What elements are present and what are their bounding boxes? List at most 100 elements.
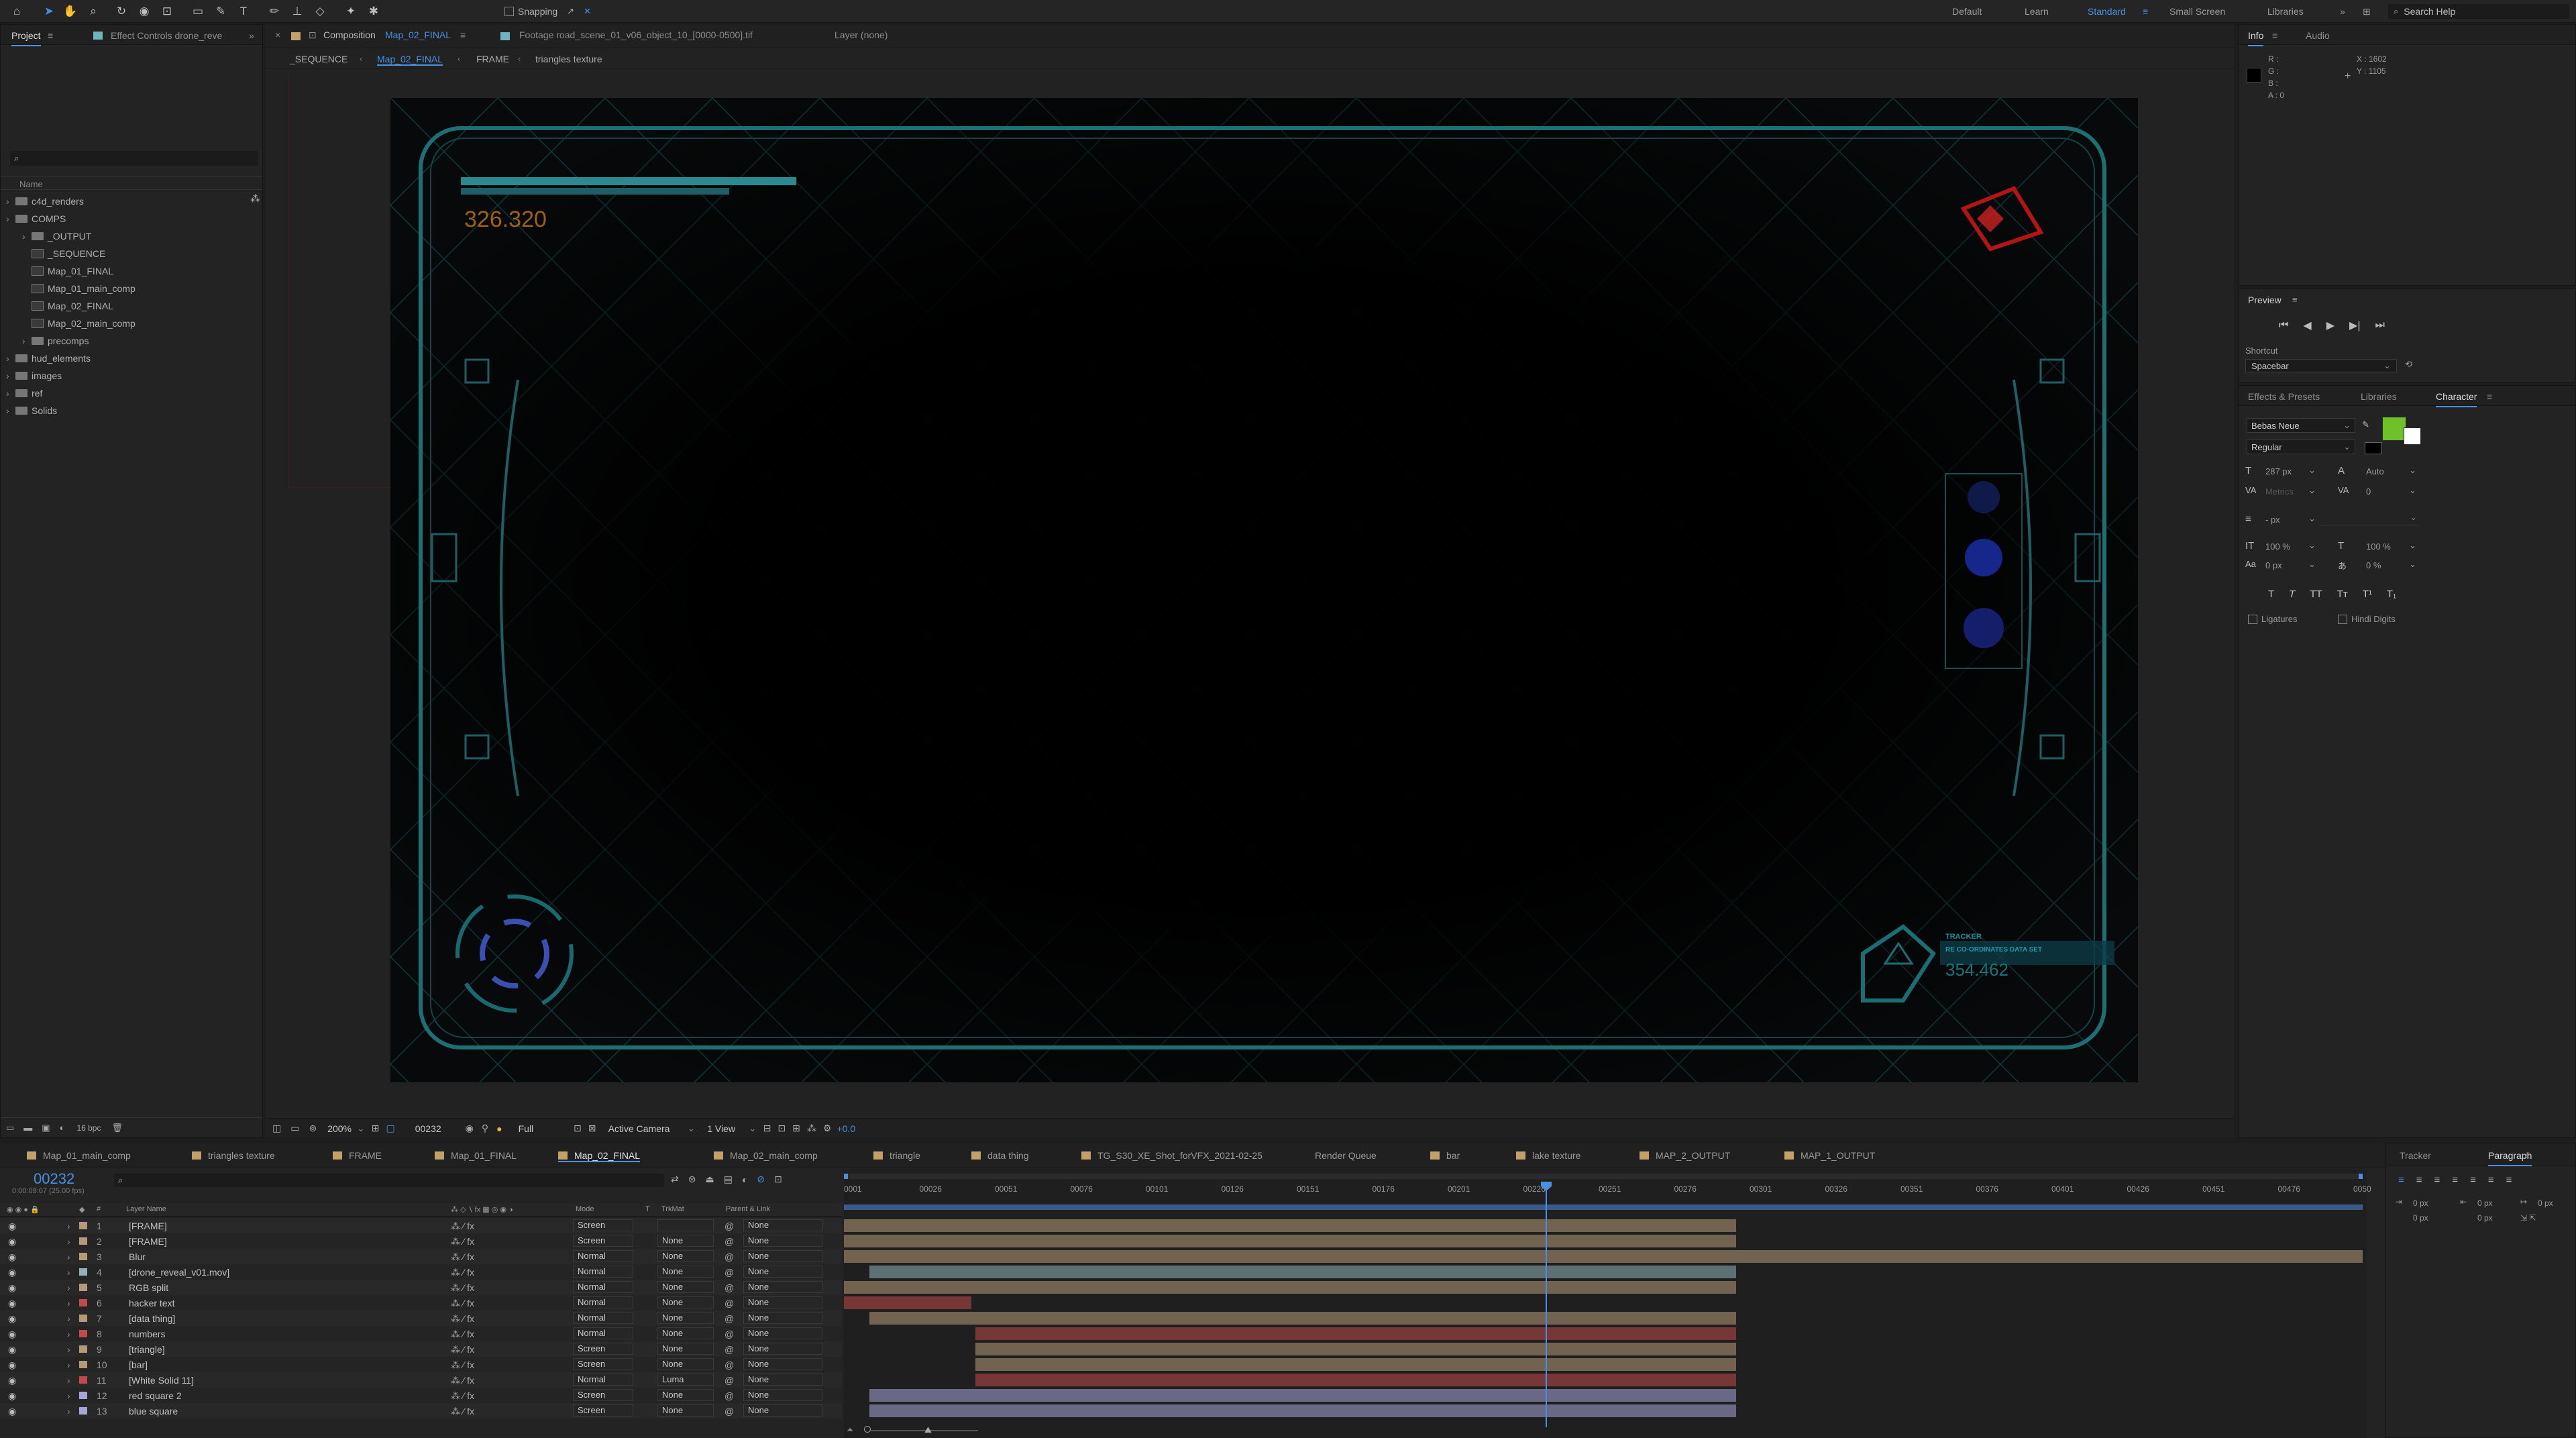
new-folder-icon[interactable]: ▬	[23, 1123, 32, 1133]
track-matte-dropdown[interactable]: None	[657, 1358, 714, 1370]
project-item[interactable]: Map_02_main_comp	[6, 316, 136, 331]
paragraph-menu-icon[interactable]: ≡	[2524, 1150, 2530, 1161]
all-caps-button[interactable]: TT	[2310, 588, 2322, 600]
project-item[interactable]: › COMPS	[6, 211, 66, 226]
mode-header[interactable]: Mode	[576, 1205, 594, 1213]
parent-dropdown[interactable]: None	[743, 1358, 822, 1370]
work-area-bar[interactable]	[844, 1204, 2363, 1210]
project-bit-depth[interactable]: 16 bpc	[76, 1123, 101, 1133]
project-item[interactable]: Map_01_main_comp	[6, 281, 136, 296]
timeline-tab[interactable]: FRAME	[333, 1150, 382, 1161]
stroke-width-value[interactable]: - px	[2265, 515, 2280, 525]
pick-whip-icon[interactable]: @	[724, 1298, 734, 1308]
layer-duration-bar[interactable]	[869, 1312, 1736, 1325]
track-matte-dropdown[interactable]: Luma	[657, 1374, 714, 1386]
composition-canvas[interactable]: 326.320 TRACKER RE CO-ORDINATES DATA SET…	[390, 98, 2138, 1082]
resolution-dropdown[interactable]: Full	[519, 1123, 534, 1134]
tab-audio[interactable]: Audio	[2306, 30, 2330, 41]
indent-first-value[interactable]: 0 px	[2538, 1198, 2553, 1208]
vertical-scale-value[interactable]: 100 %	[2265, 542, 2290, 552]
expand-chevron-icon[interactable]: ›	[67, 1359, 70, 1370]
pick-whip-icon[interactable]: @	[724, 1267, 734, 1278]
layer-label-color[interactable]	[79, 1237, 87, 1245]
pick-whip-icon[interactable]: @	[724, 1221, 734, 1231]
project-item[interactable]: › ref	[6, 386, 42, 401]
layer-switches[interactable]: ⁂ ∕ fx	[451, 1236, 474, 1247]
comp-mini-flowchart-icon[interactable]: ⇄	[671, 1174, 679, 1185]
font-style-dropdown[interactable]: Regular ⌄	[2247, 440, 2355, 454]
layer-duration-bar[interactable]	[844, 1250, 2363, 1263]
layer-duration-bar[interactable]	[869, 1389, 1736, 1402]
layer-name[interactable]: RGB split	[129, 1282, 168, 1293]
layer-label-color[interactable]	[79, 1268, 87, 1276]
visibility-eye-icon[interactable]: ◉	[8, 1344, 16, 1355]
track-matte-dropdown[interactable]: None	[657, 1266, 714, 1278]
blend-mode-dropdown[interactable]: Screen	[573, 1219, 633, 1231]
expand-chevron-icon[interactable]: ›	[67, 1344, 70, 1355]
expand-chevron-icon[interactable]: ›	[67, 1251, 70, 1262]
layer-duration-bar[interactable]	[975, 1374, 1736, 1386]
parent-dropdown[interactable]: None	[743, 1389, 822, 1401]
breadcrumb-sequence[interactable]: _SEQUENCE	[290, 54, 347, 64]
fill-color-swatch[interactable]	[2382, 417, 2406, 441]
pick-whip-icon[interactable]: @	[724, 1329, 734, 1339]
viewer-tab-layer[interactable]: Layer (none)	[835, 30, 888, 40]
parent-dropdown[interactable]: None	[743, 1250, 822, 1262]
layer-switches[interactable]: ⁂ ∕ fx	[451, 1221, 474, 1232]
disclosure-triangle-icon[interactable]: ›	[6, 370, 15, 381]
blend-mode-dropdown[interactable]: Screen	[573, 1389, 633, 1401]
horizontal-scale-value[interactable]: 100 %	[2366, 542, 2391, 552]
home-icon[interactable]: ⌂	[9, 4, 24, 19]
stroke-color-swatch[interactable]	[2404, 427, 2421, 445]
timeline-tab[interactable]: Map_01_main_comp	[27, 1150, 131, 1161]
visibility-eye-icon[interactable]: ◉	[8, 1359, 16, 1371]
tab-effect-controls[interactable]: Effect Controls drone_reve	[111, 30, 222, 41]
time-ruler[interactable]: 0001 00026 00051 00076 00101 00126 00151 00176 0…	[844, 1180, 2371, 1200]
track-matte-dropdown[interactable]: None	[657, 1312, 714, 1324]
roto-brush-tool-icon[interactable]: ✦	[343, 4, 358, 19]
current-time-display[interactable]: 00232	[415, 1123, 441, 1134]
project-item[interactable]: › Solids	[6, 403, 57, 418]
timeline-tab[interactable]: triangle	[873, 1150, 920, 1161]
channel-icon[interactable]: ●	[496, 1123, 502, 1134]
parent-dropdown[interactable]: None	[743, 1343, 822, 1355]
pan-behind-tool-icon[interactable]: ⊡	[160, 4, 174, 19]
zoom-tool-icon[interactable]: ⌕	[86, 4, 101, 19]
timeline-toggle-icon[interactable]: ⊞	[792, 1123, 800, 1134]
layer-name[interactable]: numbers	[129, 1329, 165, 1339]
panel-overflow-icon[interactable]: »	[249, 30, 254, 41]
eraser-tool-icon[interactable]: ◇	[313, 4, 327, 19]
project-item[interactable]: _SEQUENCE	[6, 246, 105, 261]
snapping-checkbox[interactable]	[504, 7, 514, 16]
track-matte-dropdown[interactable]: None	[657, 1281, 714, 1293]
layer-row[interactable]: ◉ › 9 [triangle] ⁂ ∕ fx Screen None @ None	[0, 1341, 842, 1357]
layer-duration-bar[interactable]	[975, 1343, 1736, 1355]
visibility-eye-icon[interactable]: ◉	[8, 1221, 16, 1232]
tab-effects-presets[interactable]: Effects & Presets	[2248, 391, 2320, 402]
previous-frame-icon[interactable]: ◀	[2303, 319, 2311, 332]
layer-name[interactable]: [FRAME]	[129, 1236, 167, 1247]
workspace-menu-icon[interactable]: ≡	[2143, 6, 2148, 17]
first-frame-icon[interactable]: ⏮	[2279, 319, 2288, 331]
view-layout-dropdown[interactable]: 1 View	[707, 1123, 735, 1134]
layer-row[interactable]: ◉ › 11 [White Solid 11] ⁂ ∕ fx Normal Luma @ Non…	[0, 1372, 842, 1388]
layer-label-color[interactable]	[79, 1253, 87, 1260]
align-left-icon[interactable]: ≡	[2398, 1174, 2404, 1186]
timeline-search-input[interactable]: ⌕	[114, 1174, 664, 1187]
project-item[interactable]: › precomps	[6, 333, 89, 348]
parent-link-header[interactable]: Parent & Link	[726, 1205, 770, 1213]
region-of-interest-icon[interactable]: ▢	[386, 1123, 394, 1134]
disclosure-triangle-icon[interactable]: ›	[22, 336, 32, 346]
visibility-eye-icon[interactable]: ◉	[8, 1313, 16, 1325]
expand-chevron-icon[interactable]: ›	[67, 1267, 70, 1278]
play-icon[interactable]: ▶	[2326, 319, 2334, 332]
trkmat-header[interactable]: TrkMat	[661, 1205, 684, 1213]
brush-tool-icon[interactable]: ✏	[267, 4, 282, 19]
layer-name[interactable]: [data thing]	[129, 1313, 175, 1324]
expand-chevron-icon[interactable]: ›	[67, 1282, 70, 1293]
fast-previews-icon[interactable]: ⊡	[777, 1123, 786, 1134]
viewer-tab-composition-name[interactable]: Map_02_FINAL	[385, 30, 451, 40]
toggle-pixel-aspect-icon[interactable]: ⊟	[763, 1123, 771, 1134]
reset-shortcut-icon[interactable]: ⟲	[2405, 359, 2412, 370]
layer-switches[interactable]: ⁂ ∕ fx	[451, 1282, 474, 1294]
